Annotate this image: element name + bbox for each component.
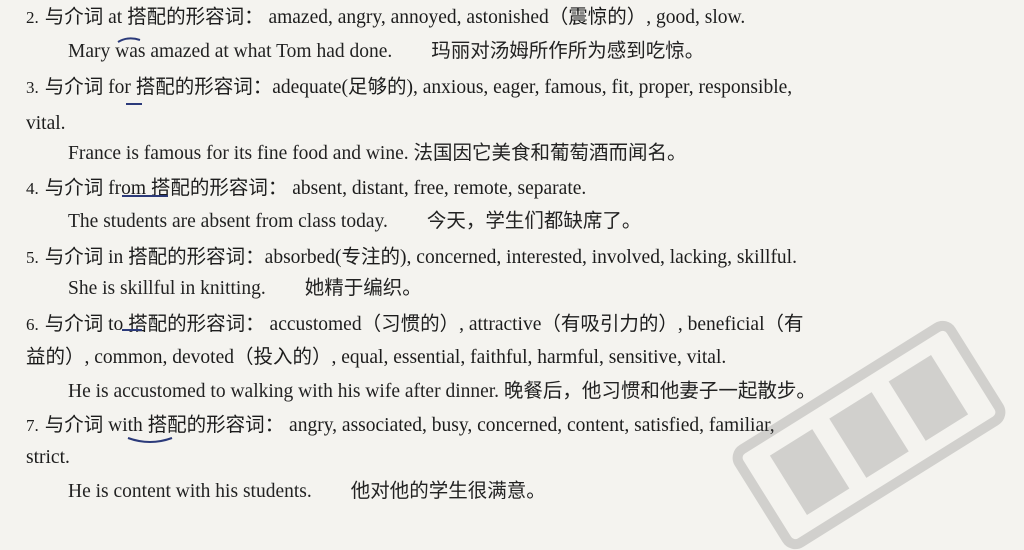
pen-annotations xyxy=(117,37,173,443)
document-page: 2. 与介词 at 搭配的形容词： amazed, angry, annoyed,… xyxy=(0,0,1024,550)
pen-underline-with xyxy=(127,437,173,443)
pen-mark-was xyxy=(117,37,141,43)
